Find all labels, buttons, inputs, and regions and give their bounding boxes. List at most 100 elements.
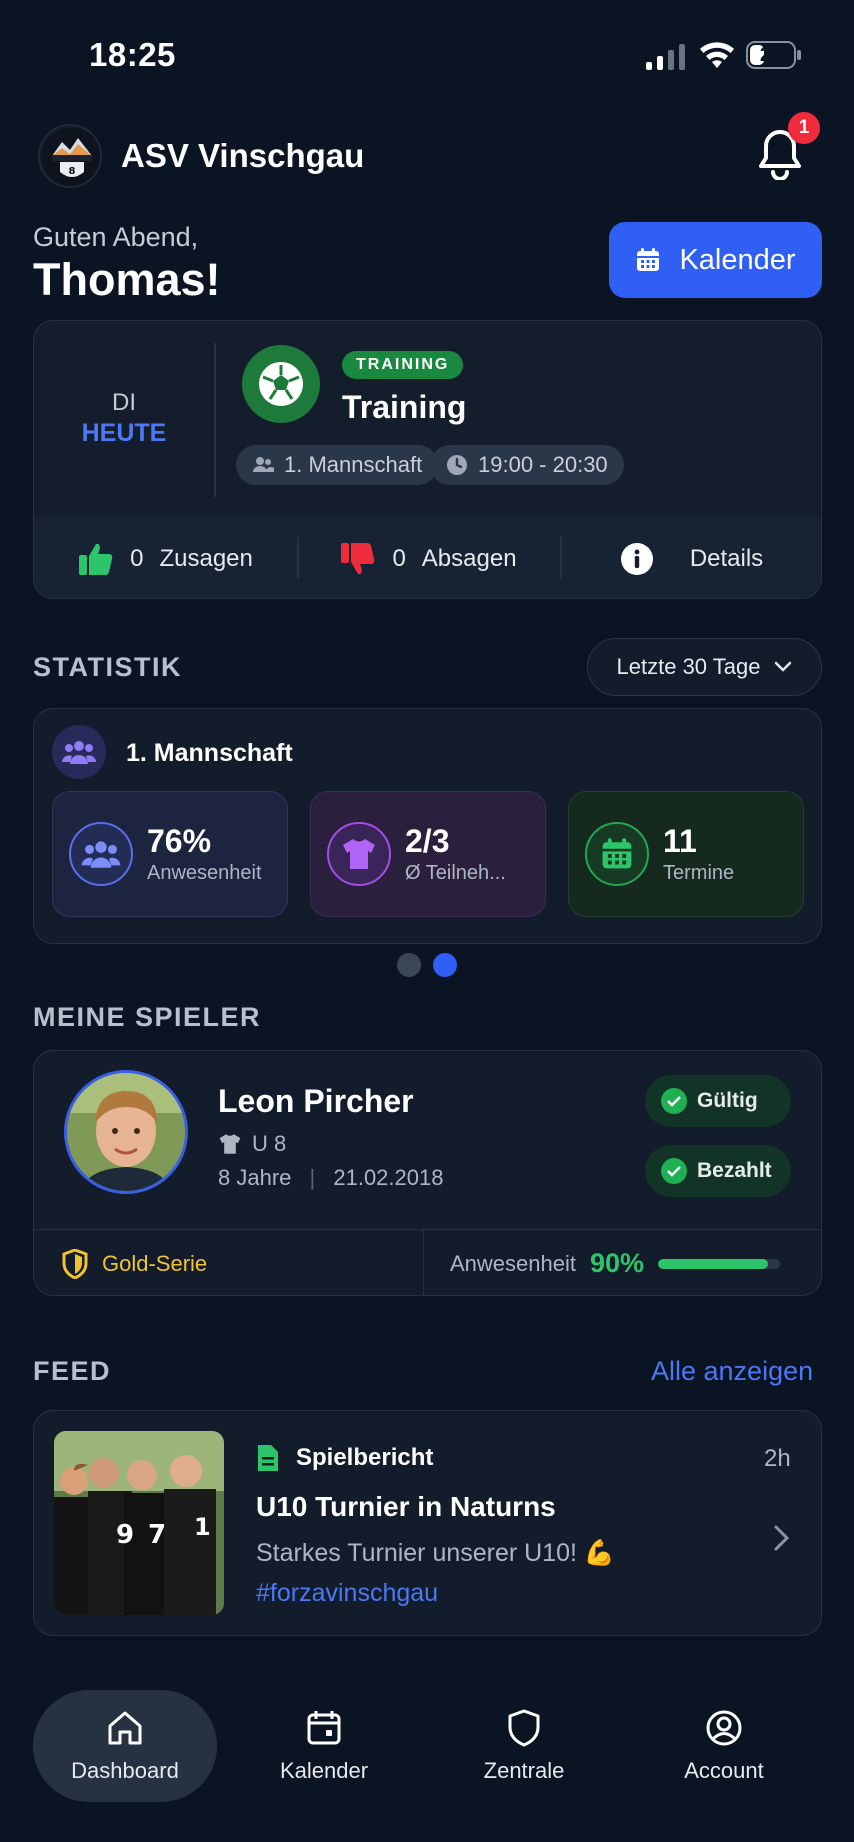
player-birthdate: 21.02.2018 [333,1165,444,1190]
accept-label: Zusagen [159,544,253,572]
svg-text:7: 7 [148,1520,166,1550]
chevron-down-icon [775,661,792,672]
accept-count: 0 [130,544,144,572]
series-badge: Gold-Serie [34,1230,424,1295]
nav-label: Account [684,1758,764,1783]
shirt-icon [327,822,391,886]
nav-label: Dashboard [71,1758,179,1783]
user-name: Thomas! [33,254,221,305]
calendar-button-label: Kalender [679,243,796,276]
feed-item[interactable]: 7 9 1 Spielbericht 2h U10 Turnier in Nat… [33,1410,822,1636]
team-avatar [52,725,106,779]
svg-text:1: 1 [194,1513,211,1541]
player-age-row: 8 Jahre | 21.02.2018 [218,1165,443,1191]
event-time-chip: 19:00 - 20:30 [430,445,624,485]
player-card-footer: Gold-Serie Anwesenheit 90% [34,1229,821,1295]
user-circle-icon [706,1710,742,1746]
notification-badge: 1 [788,112,820,144]
range-select[interactable]: Letzte 30 Tage [587,638,822,696]
svg-text:9: 9 [116,1520,134,1550]
series-label: Gold-Serie [102,1250,208,1276]
event-divider [214,343,216,497]
feed-section-title: FEED [33,1356,112,1386]
home-icon [108,1711,142,1745]
svg-text:8: 8 [69,166,76,177]
shirt-icon [219,1134,241,1154]
clock-icon [447,455,467,475]
player-card[interactable]: Leon Pircher U 8 8 Jahre | 21.02.2018 Gü… [33,1050,822,1296]
details-button[interactable]: Details [560,517,821,598]
check-icon [661,1158,687,1184]
stat-tile-participants[interactable]: 2/3 Ø Teilneh... [310,791,546,917]
nav-calendar[interactable]: Kalender [232,1690,416,1802]
decline-button[interactable]: 0 Absagen [297,517,560,598]
stat-label: Anwesenheit [147,862,262,884]
feed-time: 2h [764,1445,791,1472]
see-all-link[interactable]: Alle anzeigen [651,1356,813,1387]
accept-button[interactable]: 0 Zusagen [34,517,297,598]
event-card[interactable]: DI HEUTE TRAINING Training 1. Mannschaft… [33,320,822,599]
stat-value: 2/3 [405,823,450,859]
separator: | [309,1165,316,1190]
event-team-chip: 1. Mannschaft [236,445,439,485]
check-icon [661,1088,687,1114]
feed-title: U10 Turnier in Naturns [256,1491,556,1522]
status-time: 18:25 [89,36,176,73]
feed-hashtag[interactable]: #forzavinschgau [256,1579,438,1608]
club-name: ASV Vinschgau [121,137,365,174]
users-icon [69,822,133,886]
bottom-navigation: Dashboard Kalender Zentrale Account [0,1680,854,1842]
status-valid-label: Gültig [697,1089,758,1112]
event-team: 1. Mannschaft [284,452,423,477]
nav-account[interactable]: Account [632,1690,816,1802]
player-team-row: U 8 [218,1131,286,1157]
stat-label: Termine [663,862,735,884]
event-title: Training [342,389,467,425]
players-section-title: MEINE SPIELER [33,1002,262,1032]
event-day-label: HEUTE [81,419,167,447]
stat-tile-attendance[interactable]: 76% Anwesenheit [52,791,288,917]
status-paid-label: Bezahlt [697,1159,772,1182]
calendar-button[interactable]: Kalender [609,222,822,298]
users-icon [253,457,274,472]
attendance-summary: Anwesenheit 90% [424,1230,821,1295]
page-dot-active[interactable] [433,953,457,977]
stat-tile-events[interactable]: 11 Termine [568,791,804,917]
stats-team-name: 1. Mannschaft [126,739,293,767]
stat-value: 76% [147,823,212,859]
attendance-value: 90% [589,1248,645,1278]
wifi-icon [700,42,734,68]
club-logo[interactable]: 8 [38,124,102,188]
stat-value: 11 [663,823,697,859]
thumbs-down-icon [341,542,375,574]
event-weekday: DI [112,389,136,416]
attendance-progress-fill [658,1258,768,1269]
player-age: 8 Jahre [218,1165,292,1190]
signal-icon [646,44,685,70]
stats-section-title: STATISTIK [33,652,182,682]
page-dot[interactable] [397,953,421,977]
greeting-text: Guten Abend, [33,222,199,252]
calendar-icon [637,248,660,271]
event-type-badge: TRAINING [342,351,464,379]
feed-type-row: Spielbericht [256,1443,433,1473]
chevron-right-icon[interactable] [772,1523,792,1553]
nav-dashboard[interactable]: Dashboard [33,1690,217,1802]
shield-icon [62,1248,88,1279]
soccer-ball-icon [259,362,303,406]
attendance-label: Anwesenheit [450,1250,576,1276]
nav-label: Kalender [279,1758,369,1783]
shield-icon [508,1709,540,1747]
stats-card: 1. Mannschaft 76% Anwesenheit 2/3 Ø Teil… [33,708,822,944]
feed-image: 7 9 1 [54,1431,224,1615]
player-name: Leon Pircher [218,1083,414,1119]
stat-label: Ø Teilneh... [405,862,506,884]
nav-zentrale[interactable]: Zentrale [432,1690,616,1802]
player-avatar [64,1070,188,1194]
document-icon [258,1445,278,1471]
decline-count: 0 [392,544,406,572]
battery-level: 27 [759,44,783,66]
status-badge-paid: Bezahlt [645,1145,791,1197]
event-time: 19:00 - 20:30 [478,452,608,477]
status-badge-valid: Gültig [645,1075,791,1127]
